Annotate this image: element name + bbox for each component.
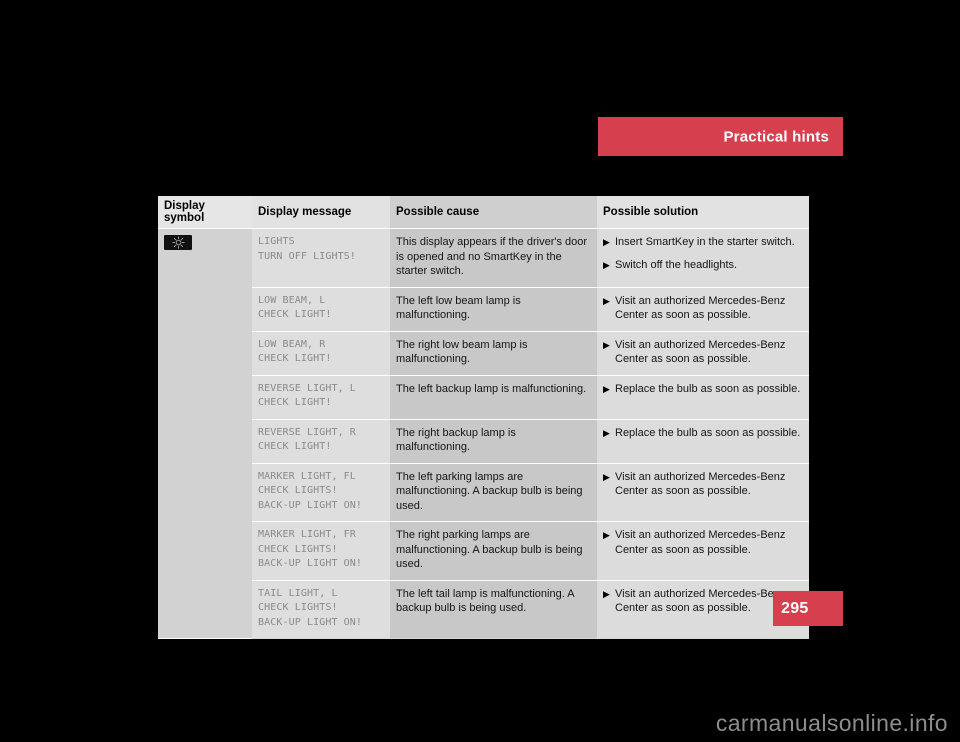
- column-header-display-message: Display message: [252, 196, 390, 229]
- possible-solution-cell: ▶ Insert SmartKey in the starter switch. ▶…: [597, 228, 809, 288]
- table-header-row: Display symbol Display message Possible …: [158, 196, 809, 229]
- possible-cause-cell: The right low beam lamp is malfunctionin…: [390, 331, 597, 376]
- solution-text: Replace the bulb as soon as possible.: [615, 426, 801, 439]
- triangle-bullet-icon: ▶: [603, 427, 610, 438]
- triangle-bullet-icon: ▶: [603, 339, 610, 350]
- possible-solution-cell: ▶ Visit an authorized Mercedes-Benz Cente…: [597, 331, 809, 376]
- solution-text: Visit an authorized Mercedes-Benz Center…: [615, 470, 786, 498]
- display-message-line: MARKER LIGHT, FL: [258, 470, 356, 482]
- table-row: LOW BEAM, L CHECK LIGHT! The left low beam…: [158, 287, 809, 332]
- solution-item: ▶ Visit an authorized Mercedes-Benz Cente…: [603, 470, 803, 499]
- display-message-cell: LIGHTS TURN OFF LIGHTS!: [252, 228, 390, 288]
- triangle-bullet-icon: ▶: [603, 383, 610, 394]
- possible-cause-cell: The left low beam lamp is malfunctioning…: [390, 287, 597, 332]
- possible-cause-text: The right parking lamps are malfunctioni…: [396, 529, 583, 570]
- solution-text: Visit an authorized Mercedes-Benz Center…: [615, 338, 786, 366]
- possible-cause-cell: The right backup lamp is malfunctioning.: [390, 419, 597, 464]
- possible-cause-text: The left backup lamp is malfunctioning.: [396, 382, 587, 395]
- display-symbol-cell: [158, 228, 252, 639]
- display-message-line: CHECK LIGHT!: [258, 441, 332, 452]
- display-message-line: REVERSE LIGHT, L: [258, 382, 356, 394]
- possible-cause-text: This display appears if the driver's doo…: [396, 236, 588, 277]
- column-header-possible-solution: Possible solution: [597, 196, 809, 229]
- display-message-line: TAIL LIGHT, L: [258, 587, 338, 599]
- display-message-cell: MARKER LIGHT, FR CHECK LIGHTS! BACK-UP LIG…: [252, 521, 390, 581]
- possible-cause-text: The left low beam lamp is malfunctioning…: [396, 294, 521, 322]
- section-header-bar: Practical hints: [598, 117, 843, 156]
- table-body: LIGHTS TURN OFF LIGHTS! This display appea…: [158, 228, 809, 639]
- solution-text: Replace the bulb as soon as possible.: [615, 382, 801, 395]
- solution-item: ▶ Visit an authorized Mercedes-Benz Cente…: [603, 338, 803, 367]
- possible-cause-cell: The left tail lamp is malfunctioning. A …: [390, 580, 597, 638]
- column-header-display-symbol: Display symbol: [158, 196, 252, 229]
- solution-item: ▶ Replace the bulb as soon as possible.: [603, 426, 803, 441]
- possible-solution-cell: ▶ Replace the bulb as soon as possible.: [597, 375, 809, 420]
- headlight-indicator-icon: [164, 235, 192, 250]
- page-number: 295: [781, 599, 809, 617]
- display-message-line: LOW BEAM, L: [258, 294, 326, 306]
- solution-text: Switch off the headlights.: [615, 258, 738, 271]
- solution-item: ▶ Switch off the headlights.: [603, 258, 803, 273]
- solution-text: Visit an authorized Mercedes-Benz Center…: [615, 529, 786, 556]
- display-message-line: BACK-UP LIGHT ON!: [258, 499, 363, 511]
- possible-cause-text: The right low beam lamp is malfunctionin…: [396, 338, 528, 366]
- possible-solution-cell: ▶ Visit an authorized Mercedes-Benz Cente…: [597, 463, 809, 522]
- table-row: MARKER LIGHT, FR CHECK LIGHTS! BACK-UP LIG…: [158, 521, 809, 581]
- display-message-line: CHECK LIGHT!: [258, 397, 332, 408]
- display-message-line: CHECK LIGHTS!: [258, 602, 338, 613]
- possible-solution-cell: ▶ Visit an authorized Mercedes-Benz Cente…: [597, 521, 809, 581]
- display-message-cell: LOW BEAM, L CHECK LIGHT!: [252, 287, 390, 332]
- solution-text: Visit an authorized Mercedes-Benz Center…: [615, 294, 786, 322]
- triangle-bullet-icon: ▶: [603, 588, 610, 599]
- display-message-line: CHECK LIGHT!: [258, 309, 332, 320]
- possible-cause-cell: The left parking lamps are malfunctionin…: [390, 463, 597, 522]
- display-message-line: CHECK LIGHTS!: [258, 543, 338, 555]
- display-message-line: BACK-UP LIGHT ON!: [258, 616, 363, 628]
- solution-item: ▶ Visit an authorized Mercedes-Benz Cente…: [603, 294, 803, 323]
- display-message-line: TURN OFF LIGHTS!: [258, 250, 356, 262]
- triangle-bullet-icon: ▶: [603, 237, 610, 247]
- display-message-cell: REVERSE LIGHT, R CHECK LIGHT!: [252, 419, 390, 464]
- display-message-line: CHECK LIGHT!: [258, 353, 332, 364]
- solution-text: Insert SmartKey in the starter switch.: [615, 236, 795, 248]
- page-root: { "section_header": { "title": "Practica…: [0, 0, 960, 742]
- display-message-line: MARKER LIGHT, FR: [258, 529, 356, 540]
- triangle-bullet-icon: ▶: [603, 259, 610, 270]
- table-row: LOW BEAM, R CHECK LIGHT! The right low bea…: [158, 331, 809, 376]
- table-row: REVERSE LIGHT, L CHECK LIGHT! The left bac…: [158, 375, 809, 420]
- display-message-cell: MARKER LIGHT, FL CHECK LIGHTS! BACK-UP LIG…: [252, 463, 390, 522]
- triangle-bullet-icon: ▶: [603, 295, 610, 306]
- possible-cause-text: The left tail lamp is malfunctioning. A …: [396, 587, 574, 615]
- display-message-line: REVERSE LIGHT, R: [258, 426, 356, 438]
- page-title: Practical hints: [723, 128, 829, 145]
- possible-cause-cell: The right parking lamps are malfunctioni…: [390, 521, 597, 581]
- possible-cause-text: The left parking lamps are malfunctionin…: [396, 470, 583, 512]
- table-header: Display symbol Display message Possible …: [158, 196, 809, 229]
- display-message-line: BACK-UP LIGHT ON!: [258, 558, 363, 569]
- solution-item: ▶ Insert SmartKey in the starter switch.: [603, 235, 803, 250]
- possible-solution-cell: ▶ Replace the bulb as soon as possible.: [597, 419, 809, 464]
- table-row: TAIL LIGHT, L CHECK LIGHTS! BACK-UP LIGHT …: [158, 580, 809, 638]
- possible-cause-text: The right backup lamp is malfunctioning.: [396, 426, 516, 454]
- possible-cause-cell: The left backup lamp is malfunctioning.: [390, 375, 597, 420]
- display-message-cell: TAIL LIGHT, L CHECK LIGHTS! BACK-UP LIGHT …: [252, 580, 390, 638]
- triangle-bullet-icon: ▶: [603, 471, 610, 482]
- solution-item: ▶ Visit an authorized Mercedes-Benz Cente…: [603, 528, 803, 557]
- table-row: REVERSE LIGHT, R CHECK LIGHT! The right ba…: [158, 419, 809, 464]
- watermark-text: carmanualsonline.info: [715, 710, 948, 736]
- possible-solution-cell: ▶ Visit an authorized Mercedes-Benz Cente…: [597, 287, 809, 332]
- table-row: LIGHTS TURN OFF LIGHTS! This display appea…: [158, 228, 809, 639]
- display-message-line: LOW BEAM, R: [258, 338, 326, 350]
- table-row: MARKER LIGHT, FL CHECK LIGHTS! BACK-UP LIG…: [158, 463, 809, 522]
- display-message-line: CHECK LIGHTS!: [258, 485, 338, 496]
- triangle-bullet-icon: ▶: [603, 530, 610, 540]
- display-message-line: LIGHTS: [258, 236, 295, 247]
- solution-item: ▶ Replace the bulb as soon as possible.: [603, 382, 803, 397]
- possible-cause-cell: This display appears if the driver's doo…: [390, 228, 597, 288]
- column-header-possible-cause: Possible cause: [390, 196, 597, 229]
- display-message-cell: LOW BEAM, R CHECK LIGHT!: [252, 331, 390, 376]
- display-messages-table: Display symbol Display message Possible …: [158, 196, 809, 639]
- display-message-cell: REVERSE LIGHT, L CHECK LIGHT!: [252, 375, 390, 420]
- page-number-chip: 295: [773, 591, 843, 626]
